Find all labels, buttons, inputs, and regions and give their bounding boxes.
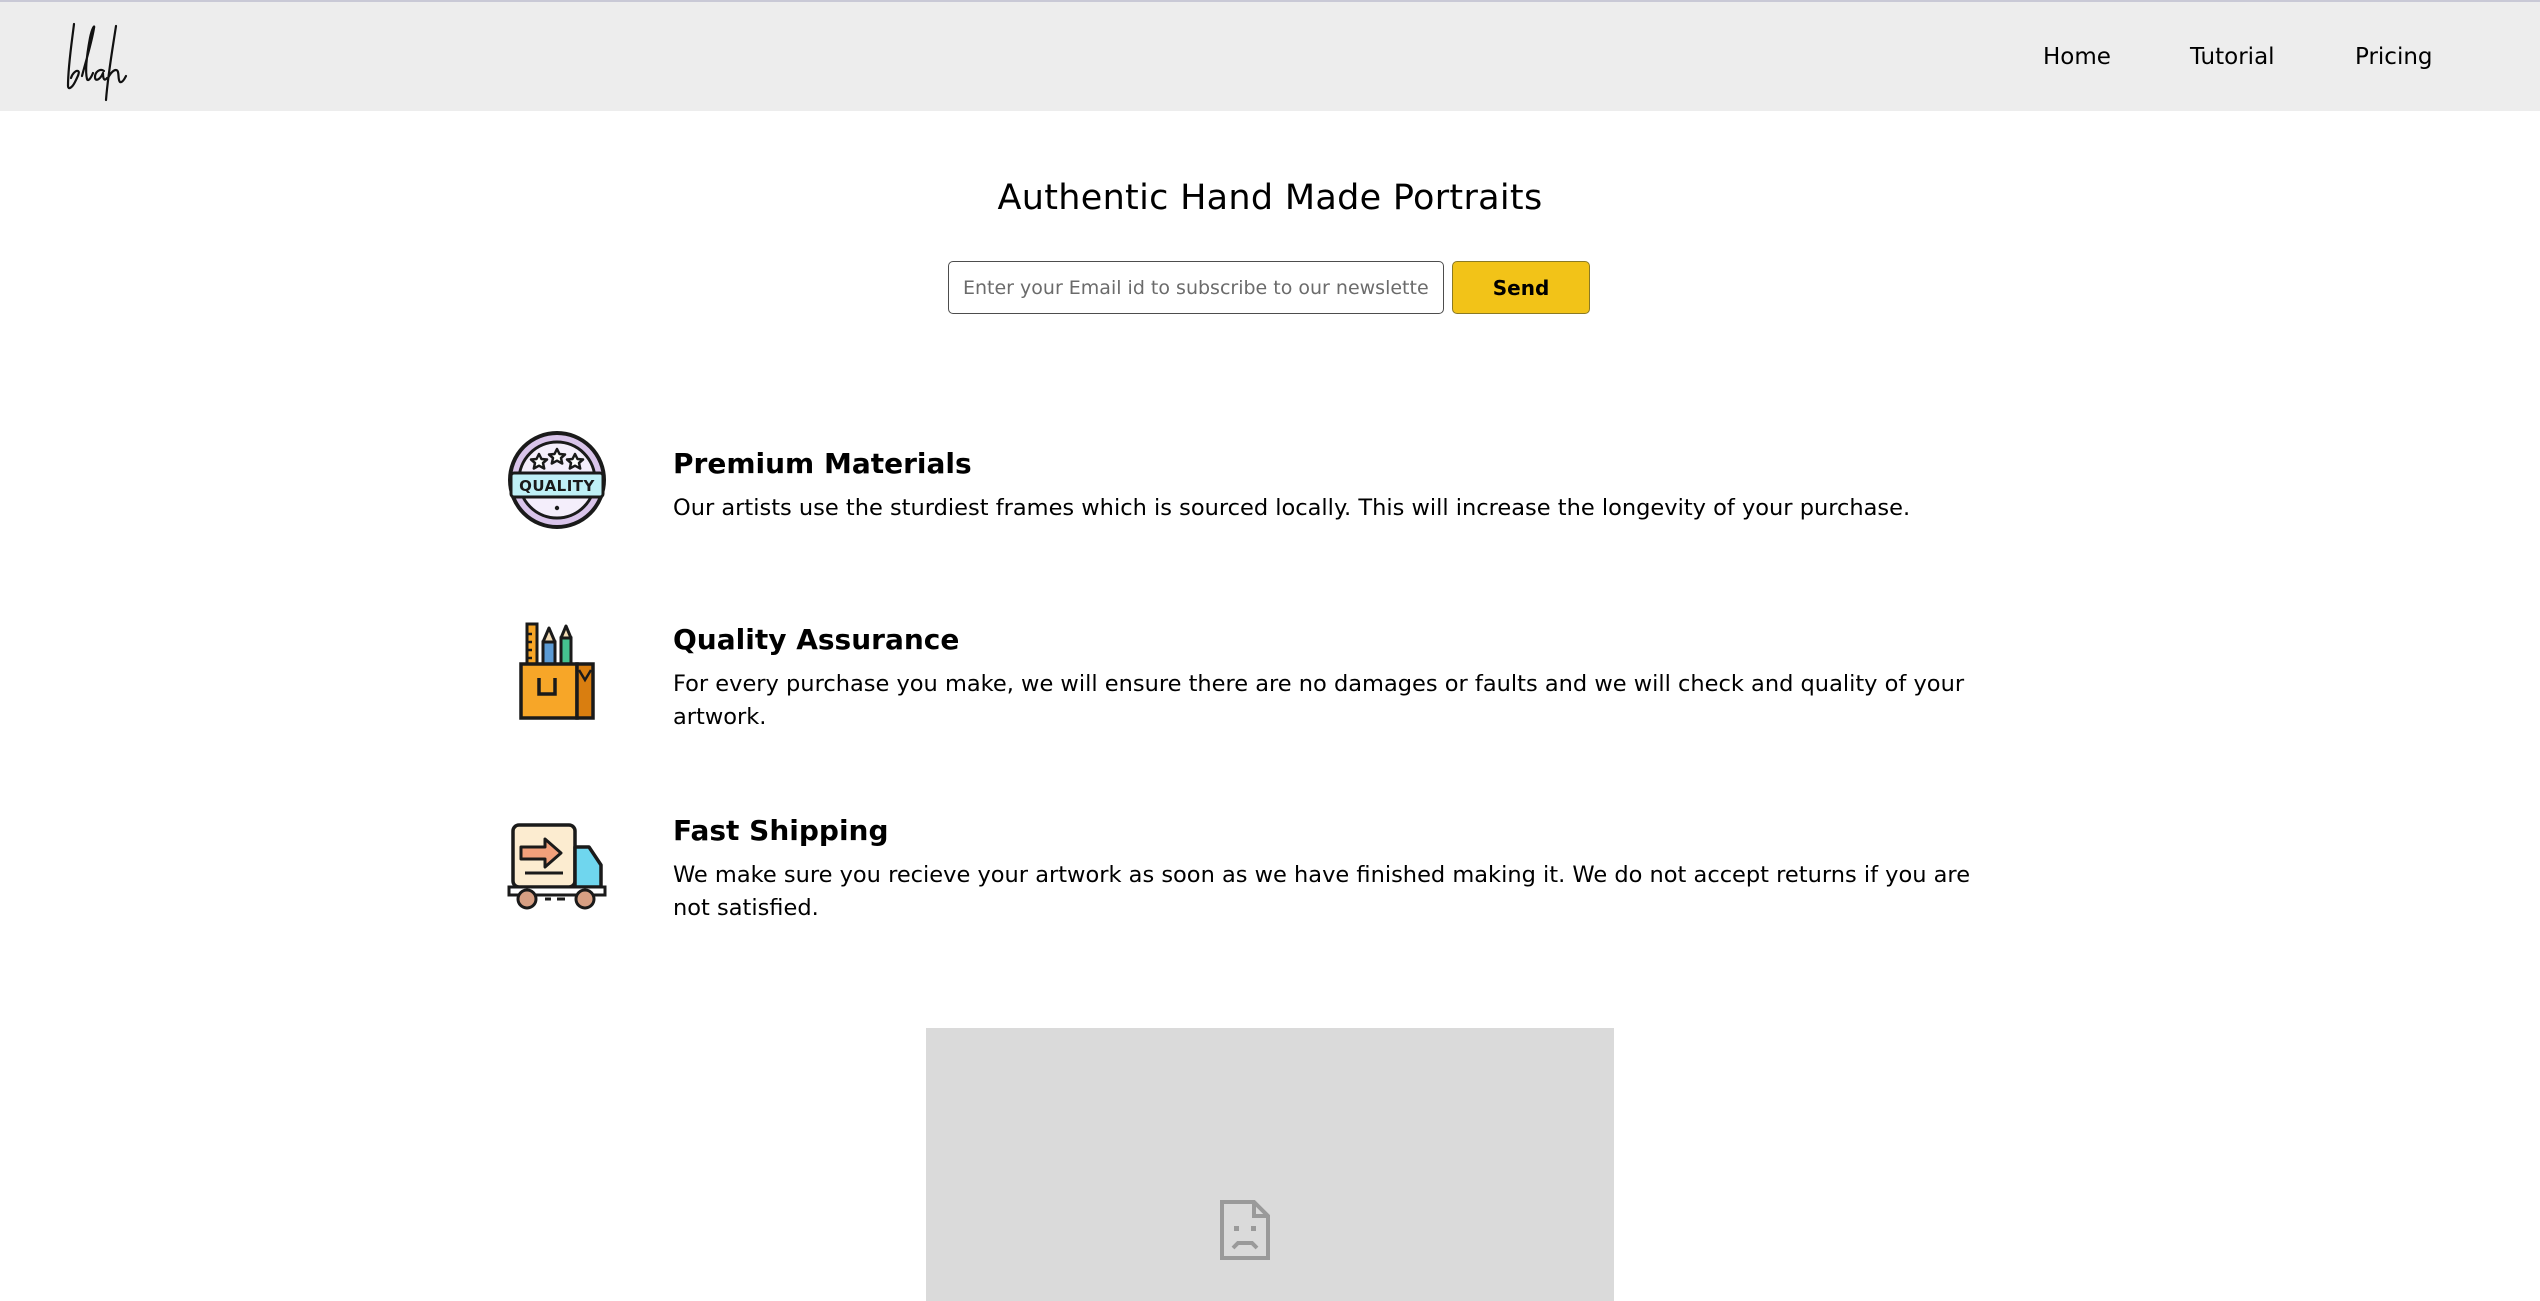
art-supplies-icon [519, 622, 595, 720]
feature-description: We make sure you recieve your artwork as… [673, 862, 1971, 921]
hero-title: Authentic Hand Made Portraits [997, 178, 1543, 218]
logo[interactable] [60, 16, 140, 106]
nav-link-tutorial[interactable]: Tutorial [2190, 44, 2275, 70]
feature-description: For every purchase you make, we will ens… [673, 671, 1965, 730]
feature-title: Premium Materials [673, 447, 972, 480]
delivery-truck-icon [507, 823, 607, 910]
nav-link-pricing[interactable]: Pricing [2355, 44, 2433, 70]
nav-link-home[interactable]: Home [2043, 44, 2111, 70]
feature-title: Quality Assurance [673, 623, 960, 656]
send-button[interactable]: Send [1452, 261, 1590, 314]
feature-text: Quality Assurance For every purchase you… [673, 622, 2013, 734]
badge-text: QUALITY [519, 477, 595, 495]
site-header: Home Tutorial Pricing [0, 0, 2540, 111]
email-input[interactable] [948, 261, 1444, 314]
media-placeholder [926, 1028, 1614, 1301]
feature-text: Premium Materials Our artists use the st… [673, 446, 2013, 525]
quality-badge-icon: QUALITY [508, 431, 606, 529]
broken-image-icon [1220, 1200, 1270, 1260]
feature-description: Our artists use the sturdiest frames whi… [673, 495, 1911, 521]
feature-title: Fast Shipping [673, 814, 889, 847]
feature-text: Fast Shipping We make sure you recieve y… [673, 813, 2013, 925]
